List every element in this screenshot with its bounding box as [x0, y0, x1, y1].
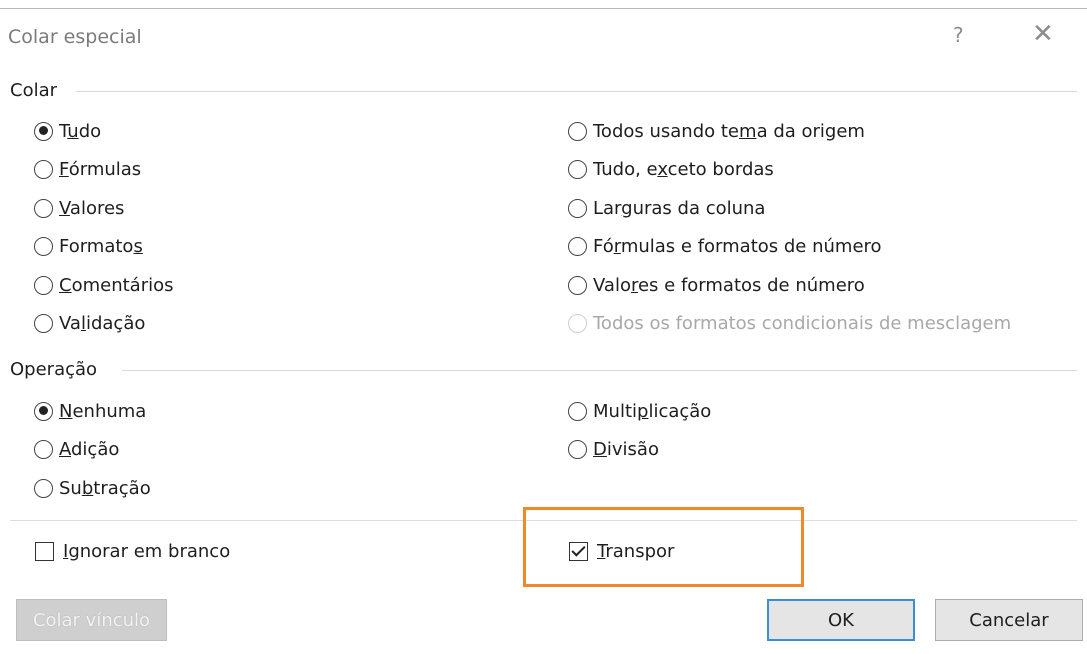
radio-option[interactable]: Fórmulas e formatos de número — [568, 234, 882, 260]
radio-label: Formatos — [59, 236, 143, 257]
radio-option[interactable]: Todos usando tema da origem — [568, 118, 865, 144]
radio-button[interactable] — [34, 440, 53, 459]
radio-label: Nenhuma — [59, 400, 147, 422]
radio-label: Todos os formatos condicionais de mescla… — [593, 313, 1012, 334]
radio-option[interactable]: Subtração — [34, 475, 151, 501]
radio-button[interactable] — [34, 237, 53, 256]
radio-option[interactable]: Valores e formatos de número — [568, 272, 865, 298]
colar-group-label: Colar — [10, 80, 58, 101]
radio-label: Comentários — [59, 274, 174, 296]
ignorar-checkbox-box[interactable] — [35, 541, 54, 561]
radio-button[interactable] — [568, 198, 587, 218]
radio-option[interactable]: Formatos — [34, 234, 143, 260]
ignorar-label: Ignorar em branco — [63, 540, 231, 562]
radio-button[interactable] — [568, 440, 587, 459]
radio-button[interactable] — [34, 478, 53, 498]
radio-button[interactable] — [34, 314, 53, 333]
radio-label: Larguras da coluna — [593, 197, 766, 219]
window-top-border — [0, 8, 1087, 9]
radio-button[interactable] — [34, 121, 53, 141]
radio-label: Adição — [59, 439, 120, 460]
close-icon[interactable]: ✕ — [1032, 20, 1054, 48]
radio-option[interactable]: Adição — [34, 437, 119, 463]
radio-label: Divisão — [593, 439, 659, 460]
radio-label: Valores — [59, 197, 125, 219]
radio-label: Fórmulas — [59, 159, 142, 180]
colar-group-line — [76, 91, 1077, 92]
radio-option[interactable]: Nenhuma — [34, 398, 146, 424]
radio-button[interactable] — [568, 160, 587, 179]
operacao-group-label: Operação — [10, 359, 98, 380]
radio-option[interactable]: Divisão — [568, 437, 659, 463]
radio-label: Tudo — [59, 120, 102, 142]
radio-option[interactable]: Multiplicação — [568, 398, 711, 424]
radio-option: Todos os formatos condicionais de mescla… — [568, 311, 1011, 337]
radio-button — [568, 314, 587, 333]
radio-label: Todos usando tema da origem — [593, 120, 865, 142]
radio-label: Tudo, exceto bordas — [593, 159, 774, 180]
radio-option[interactable]: Tudo, exceto bordas — [568, 157, 774, 183]
ok-button[interactable]: OK — [767, 599, 915, 641]
radio-label: Fórmulas e formatos de número — [593, 236, 882, 257]
radio-option[interactable]: Tudo — [34, 118, 101, 144]
radio-option[interactable]: Fórmulas — [34, 157, 141, 183]
help-icon[interactable]: ? — [953, 23, 964, 47]
radio-button[interactable] — [34, 275, 53, 295]
radio-option[interactable]: Comentários — [34, 272, 174, 298]
radio-button[interactable] — [568, 237, 587, 256]
operacao-group-line — [122, 370, 1077, 371]
radio-button[interactable] — [568, 121, 587, 141]
radio-option[interactable]: Valores — [34, 195, 124, 221]
radio-label: Subtração — [59, 477, 151, 499]
radio-button[interactable] — [34, 401, 53, 421]
transpor-checkbox-box[interactable] — [569, 541, 588, 561]
transpor-checkbox[interactable]: Transpor — [569, 538, 674, 564]
transpor-label: Transpor — [597, 540, 675, 562]
ignorar-em-branco-checkbox[interactable]: Ignorar em branco — [35, 538, 230, 564]
colar-vinculo-button[interactable]: Colar vínculo — [16, 599, 167, 641]
dialog-title: Colar especial — [8, 26, 142, 48]
radio-option[interactable]: Validação — [34, 311, 145, 337]
radio-label: Validação — [59, 313, 146, 334]
radio-button[interactable] — [568, 401, 587, 421]
radio-option[interactable]: Larguras da coluna — [568, 195, 765, 221]
radio-label: Multiplicação — [593, 400, 712, 422]
radio-button[interactable] — [34, 160, 53, 179]
cancelar-button[interactable]: Cancelar — [935, 599, 1083, 641]
radio-label: Valores e formatos de número — [593, 274, 865, 296]
radio-button[interactable] — [34, 198, 53, 218]
radio-button[interactable] — [568, 275, 587, 295]
